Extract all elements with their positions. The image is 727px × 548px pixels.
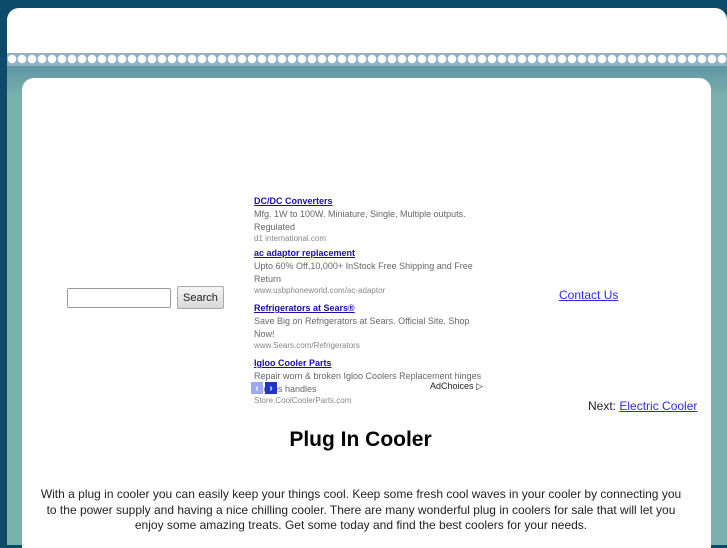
ad-pager: ‹ › — [251, 382, 277, 394]
search-input[interactable] — [67, 287, 171, 308]
ad-url[interactable]: Store.CoolCoolerParts.com — [254, 396, 489, 406]
page-title: Plug In Cooler — [289, 428, 432, 451]
ad-url[interactable]: www.Sears.com/Refrigerators — [254, 341, 489, 351]
ad-title-link[interactable]: Igloo Cooler Parts — [254, 357, 489, 370]
wave-border — [7, 53, 727, 67]
ad-description: Upto 60% Off,10,000+ InStock Free Shippi… — [254, 261, 473, 284]
ad-title-link[interactable]: Refrigerators at Sears® — [254, 302, 489, 315]
ad-url[interactable]: d1 international.com — [254, 234, 489, 244]
article-body: With a plug in cooler you can easily kee… — [40, 487, 682, 532]
ad-item: DC/DC Converters Mfg. 1W to 100W. Miniat… — [254, 195, 489, 244]
ad-title-link[interactable]: ac adaptor replacement — [254, 247, 489, 260]
main-content: Search DC/DC Converters Mfg. 1W to 100W.… — [22, 78, 711, 548]
ad-url[interactable]: www.usbphoneworld.com/ac-adaptor — [254, 286, 489, 296]
ad-item: ac adaptor replacement Upto 60% Off,10,0… — [254, 247, 489, 296]
next-article-link[interactable]: Electric Cooler — [619, 399, 697, 413]
chevron-left-icon[interactable]: ‹ — [251, 382, 263, 394]
ad-item: Refrigerators at Sears® Save Big on Refr… — [254, 302, 489, 351]
next-label: Next: — [588, 399, 617, 413]
site-header — [7, 8, 727, 56]
search-form: Search — [67, 286, 224, 309]
next-article-nav: Next: Electric Cooler — [588, 399, 697, 413]
adchoices-link[interactable]: AdChoices ▷ — [430, 381, 483, 392]
ad-description: Save Big on Refrigerators at Sears. Offi… — [254, 316, 470, 339]
search-button[interactable]: Search — [177, 286, 224, 309]
ad-block: DC/DC Converters Mfg. 1W to 100W. Miniat… — [254, 195, 489, 409]
contact-us-link[interactable]: Contact Us — [559, 288, 618, 302]
chevron-right-icon[interactable]: › — [265, 382, 277, 394]
ad-description: Mfg. 1W to 100W. Miniature, Single, Mult… — [254, 209, 466, 232]
ad-title-link[interactable]: DC/DC Converters — [254, 195, 489, 208]
